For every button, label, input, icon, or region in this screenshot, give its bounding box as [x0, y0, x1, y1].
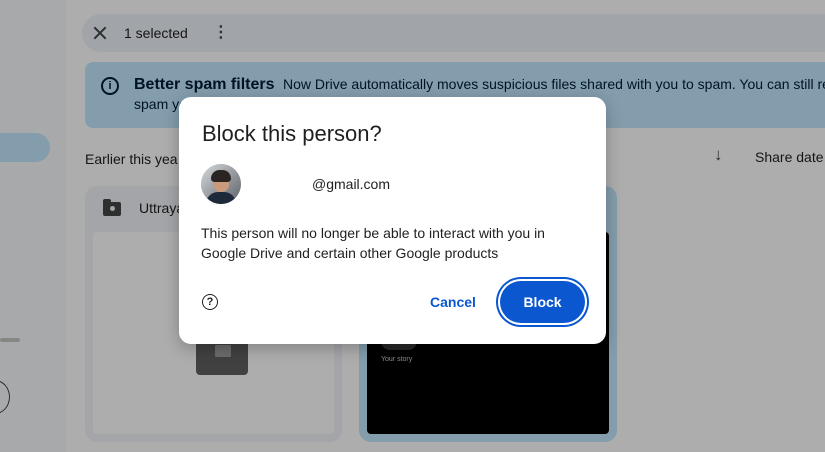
- block-button[interactable]: Block: [500, 281, 585, 323]
- dialog-message: This person will no longer be able to in…: [201, 225, 545, 261]
- dialog-title: Block this person?: [202, 121, 382, 146]
- avatar: [201, 164, 241, 204]
- block-person-dialog: Block this person? @gmail.com This perso…: [179, 97, 606, 344]
- help-icon[interactable]: ?: [202, 294, 218, 310]
- user-email: @gmail.com: [312, 176, 391, 192]
- cancel-button[interactable]: Cancel: [420, 285, 486, 319]
